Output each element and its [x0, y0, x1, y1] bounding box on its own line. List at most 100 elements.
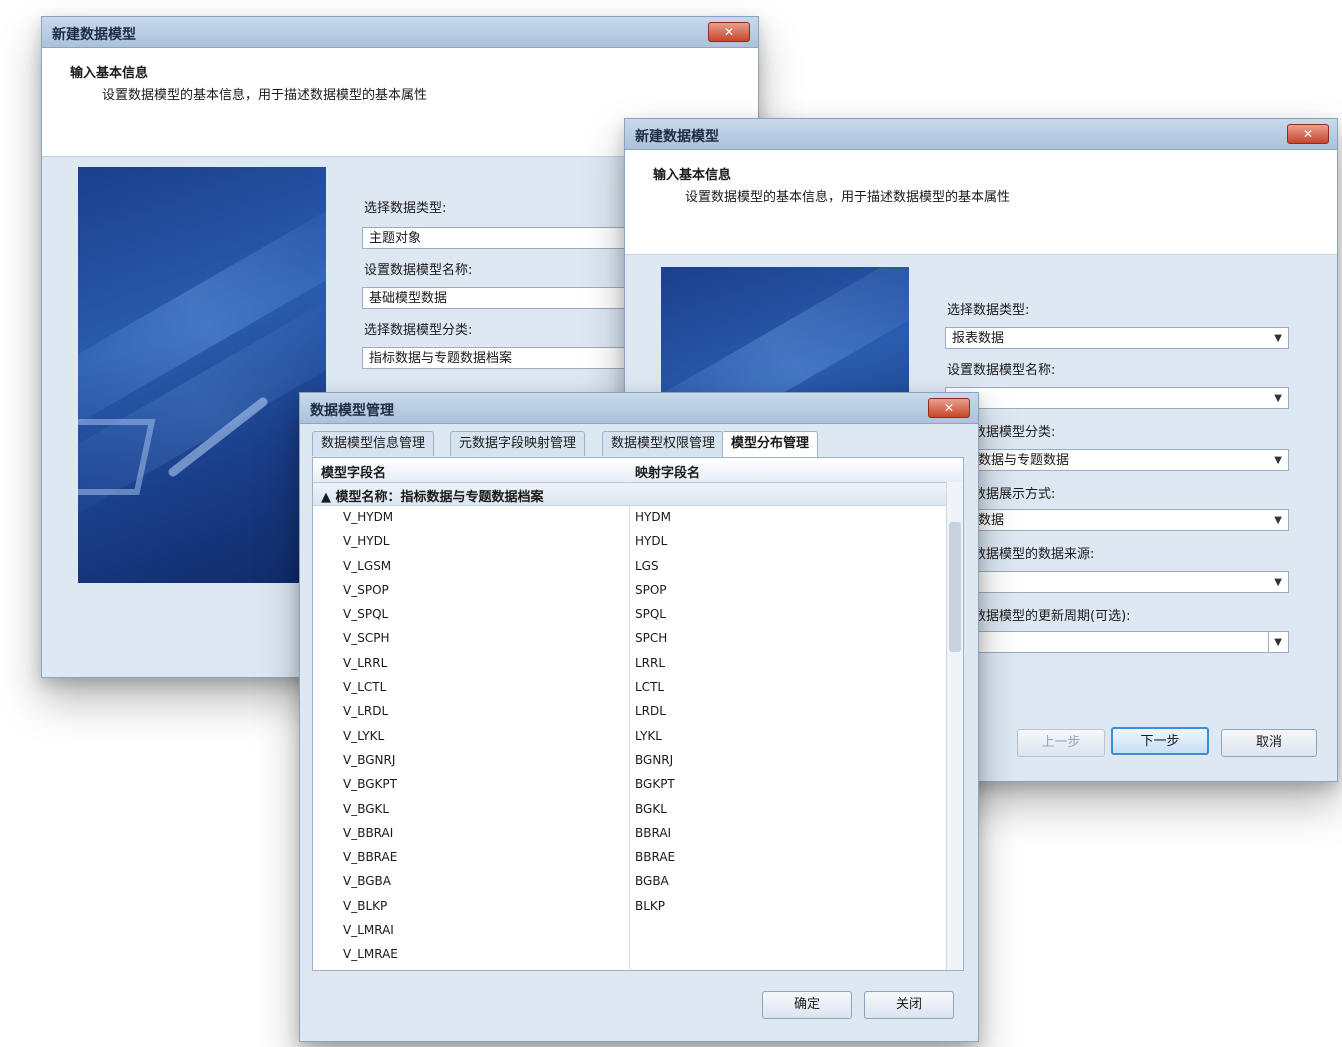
data-type-value: 报表数据: [952, 331, 1005, 346]
table-row[interactable]: V_LRDL LRDL: [313, 700, 947, 724]
header-title: 输入基本信息: [653, 168, 732, 183]
cell-model-field: V_HYDL: [343, 534, 390, 549]
cell-model-field: V_HYDM: [343, 510, 394, 524]
field-label-data-type: 选择数据类型:: [364, 201, 447, 216]
header-description: 设置数据模型的基本信息，用于描述数据模型的基本属性: [102, 88, 428, 103]
table-row[interactable]: V_LYKL LYKL: [313, 725, 947, 749]
display-mode-select[interactable]: 列表数据 ▼: [945, 509, 1289, 531]
group-label: ▲ 模型名称：指标数据与专题数据档案: [321, 490, 544, 505]
close-dialog-button[interactable]: 关闭: [864, 991, 954, 1019]
chevron-down-icon: ▼: [1274, 577, 1282, 588]
table-row[interactable]: V_BGKPT BGKPT: [313, 773, 947, 797]
cell-model-field: V_LMRAI: [343, 923, 394, 938]
close-button[interactable]: ✕: [708, 22, 750, 42]
cell-mapped-field: SPCH: [635, 631, 668, 646]
cell-model-field: V_BGBA: [343, 874, 391, 889]
vertical-scrollbar[interactable]: [946, 482, 963, 970]
data-type-field[interactable]: 主题对象: [362, 227, 662, 249]
table-row[interactable]: V_SPQL SPQL: [313, 603, 947, 627]
column-header-mapped-field[interactable]: 映射字段名: [635, 462, 700, 481]
cell-mapped-field: LYKL: [635, 728, 662, 743]
cell-mapped-field: LCTL: [635, 680, 665, 695]
title-bar[interactable]: 新建数据模型 ✕: [42, 17, 758, 48]
cell-model-field: V_BGNRJ: [343, 752, 396, 767]
cell-model-field: V_BBRAI: [343, 825, 394, 840]
table-row[interactable]: V_SPOP SPOP: [313, 579, 947, 603]
field-label-model-name: 设置数据模型名称:: [947, 363, 1056, 378]
wizard-header: 输入基本信息 设置数据模型的基本信息，用于描述数据模型的基本属性: [625, 150, 1337, 255]
model-name-select[interactable]: ▼: [945, 387, 1289, 409]
table-row[interactable]: V_SCPH SPCH: [313, 627, 947, 651]
grid-rows: V_HYDM HYDM V_HYDL HYDL V_LGSM LGS V_SPOP SPOP V…: [313, 506, 947, 968]
table-row[interactable]: V_HYDM HYDM: [313, 506, 947, 530]
tab-model-distribution[interactable]: 模型分布管理: [722, 431, 819, 458]
table-row[interactable]: V_LGSM LGS: [313, 555, 947, 579]
cell-model-field: V_LRDL: [343, 704, 389, 719]
column-header-model-field[interactable]: 模型字段名: [321, 462, 386, 481]
chevron-down-icon: ▼: [1274, 455, 1282, 466]
table-row[interactable]: V_BGNRJ BGNRJ: [313, 749, 947, 773]
cell-mapped-field: LRDL: [635, 704, 666, 719]
data-source-select[interactable]: ▼: [945, 571, 1289, 593]
table-row[interactable]: V_LRRL LRRL: [313, 652, 947, 676]
data-type-select[interactable]: 报表数据 ▼: [945, 327, 1289, 349]
table-row[interactable]: V_BGKL BGKL: [313, 798, 947, 822]
field-label-model-name: 设置数据模型名称:: [364, 263, 473, 278]
back-button[interactable]: 上一步: [1017, 729, 1105, 757]
close-button[interactable]: ✕: [928, 398, 970, 418]
table-row[interactable]: V_LMRAI: [313, 919, 947, 943]
cell-mapped-field: BGNRJ: [635, 752, 674, 767]
cell-model-field: V_BGKPT: [343, 777, 397, 792]
next-button[interactable]: 下一步: [1111, 727, 1209, 755]
chevron-down-icon: ▼: [1274, 515, 1282, 526]
title-bar[interactable]: 数据模型管理 ✕: [300, 393, 978, 424]
chevron-down-icon: ▼: [1274, 333, 1282, 344]
wizard-banner-image: [78, 167, 326, 583]
table-row[interactable]: V_BBRAI BBRAI: [313, 822, 947, 846]
cancel-button[interactable]: 取消: [1221, 729, 1317, 757]
cell-model-field: V_SCPH: [343, 631, 390, 646]
group-row[interactable]: ▲ 模型名称：指标数据与专题数据档案: [313, 483, 947, 506]
field-label-data-type: 选择数据类型:: [947, 303, 1030, 318]
cell-mapped-field: SPOP: [635, 582, 667, 597]
tab-model-info[interactable]: 数据模型信息管理: [312, 431, 435, 456]
title-bar[interactable]: 新建数据模型 ✕: [625, 119, 1337, 150]
cell-model-field: V_LCTL: [343, 680, 387, 695]
update-cycle-select[interactable]: ▼: [945, 631, 1289, 653]
tab-field-mapping[interactable]: 元数据字段映射管理: [450, 431, 586, 456]
cell-model-field: V_BLKP: [343, 898, 388, 913]
table-row[interactable]: V_BLKP BLKP: [313, 895, 947, 919]
cell-mapped-field: LRRL: [635, 655, 666, 670]
model-name-field[interactable]: 基础模型数据: [362, 287, 662, 309]
cell-mapped-field: BLKP: [635, 898, 666, 913]
cell-mapped-field: HYDL: [635, 534, 668, 549]
cell-model-field: V_LRRL: [343, 655, 388, 670]
table-row[interactable]: V_LMRAE: [313, 943, 947, 967]
model-category-select[interactable]: 指标数据与专题数据 ▼: [945, 449, 1289, 471]
tab-model-permission[interactable]: 数据模型权限管理: [602, 431, 725, 456]
cell-mapped-field: BGKPT: [635, 777, 675, 792]
field-label-model-category: 选择数据模型分类:: [364, 323, 473, 338]
header-description: 设置数据模型的基本信息，用于描述数据模型的基本属性: [685, 190, 1011, 205]
cell-model-field: V_BGKL: [343, 801, 390, 816]
close-button[interactable]: ✕: [1287, 124, 1329, 144]
model-category-field[interactable]: 指标数据与专题数据档案: [362, 347, 662, 369]
chevron-down-icon: ▼: [1274, 393, 1282, 404]
ok-button[interactable]: 确定: [762, 991, 852, 1019]
table-row[interactable]: V_BBRAE BBRAE: [313, 846, 947, 870]
model-manager-window: 数据模型管理 ✕ 数据模型信息管理 元数据字段映射管理 数据模型权限管理 模型分…: [299, 392, 979, 1042]
header-title: 输入基本信息: [70, 66, 149, 81]
mapping-grid: 模型字段名 映射字段名 ▲ 模型名称：指标数据与专题数据档案 V_HYDM HYD…: [312, 457, 964, 971]
window-title: 数据模型管理: [310, 403, 394, 419]
cell-model-field: V_LMRAE: [343, 947, 398, 962]
cell-mapped-field: SPQL: [635, 607, 666, 622]
grid-header: 模型字段名 映射字段名: [313, 458, 963, 483]
cell-mapped-field: LGS: [635, 558, 659, 573]
cell-mapped-field: BGKL: [635, 801, 667, 816]
cell-mapped-field: BBRAI: [635, 825, 672, 840]
table-row[interactable]: V_HYDL HYDL: [313, 530, 947, 554]
table-row[interactable]: V_LCTL LCTL: [313, 676, 947, 700]
scrollbar-thumb[interactable]: [949, 522, 961, 652]
table-row[interactable]: V_BGBA BGBA: [313, 870, 947, 894]
cell-mapped-field: HYDM: [635, 510, 671, 524]
